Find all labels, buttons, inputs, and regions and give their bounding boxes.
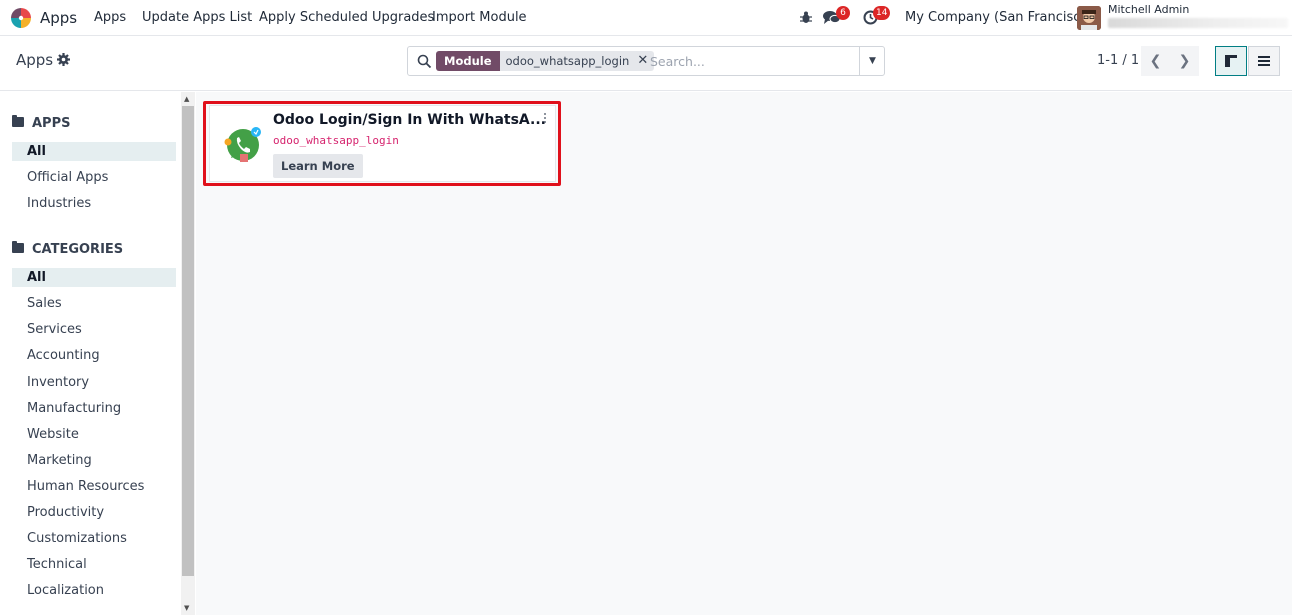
apps-section-title: APPS	[12, 115, 70, 131]
sidebar-item-sales[interactable]: Sales	[12, 294, 176, 313]
pager-previous-button[interactable]: ❮	[1141, 46, 1170, 76]
menu-apps[interactable]: Apps	[94, 10, 126, 25]
top-navbar: Apps Apps Update Apps List Apply Schedul…	[0, 0, 1292, 36]
list-view-button[interactable]	[1248, 46, 1280, 76]
sidebar-item-services[interactable]: Services	[12, 320, 176, 339]
blurred-database-name	[1108, 18, 1288, 28]
chevron-left-icon: ❮	[1149, 53, 1162, 69]
menu-import-module[interactable]: Import Module	[432, 10, 527, 25]
sidebar-item-inventory[interactable]: Inventory	[12, 373, 176, 392]
sidebar-item-manufacturing[interactable]: Manufacturing	[12, 399, 176, 418]
card-options-kebab-icon[interactable]	[543, 113, 547, 125]
page-title: Apps	[16, 51, 54, 69]
learn-more-button[interactable]: Learn More	[273, 154, 363, 178]
search-icon[interactable]	[417, 54, 432, 69]
folder-icon	[12, 115, 24, 127]
search-facet: Module odoo_whatsapp_login ✕	[436, 51, 655, 71]
activities-count-badge: 14	[873, 6, 891, 20]
kanban-icon	[1225, 55, 1237, 67]
user-avatar-image-icon	[1077, 6, 1101, 30]
search-panel-sidebar: APPS All Official Apps Industries CATEGO…	[0, 92, 196, 615]
module-kanban-card[interactable]: Odoo Login/Sign In With WhatsA... odoo_w…	[209, 105, 556, 182]
pager-next-button[interactable]: ❯	[1170, 46, 1199, 76]
app-name[interactable]: Apps	[40, 9, 77, 27]
scroll-down-arrow-icon[interactable]: ▼	[184, 604, 189, 612]
facet-label: Module	[436, 51, 500, 71]
sidebar-scrollbar-thumb[interactable]	[182, 106, 194, 576]
sidebar-item-marketing[interactable]: Marketing	[12, 451, 176, 470]
messages-count-badge: 6	[836, 6, 850, 20]
pager-value[interactable]: 1-1 / 1	[1097, 53, 1139, 68]
chevron-right-icon: ❯	[1178, 53, 1191, 69]
facet-value: odoo_whatsapp_login	[499, 51, 636, 71]
menu-apply-scheduled-upgrades[interactable]: Apply Scheduled Upgrades	[259, 10, 434, 25]
gear-icon[interactable]	[57, 53, 70, 66]
whatsapp-login-module-icon	[224, 127, 261, 162]
odoo-apps-logo-icon[interactable]	[10, 7, 32, 29]
user-name[interactable]: Mitchell Admin	[1108, 3, 1189, 16]
sidebar-item-localization[interactable]: Localization	[12, 581, 176, 600]
sidebar-item-category-all[interactable]: All	[12, 268, 176, 287]
menu-update-apps-list[interactable]: Update Apps List	[142, 10, 252, 25]
debug-bug-icon[interactable]	[800, 11, 812, 24]
search-bar: Module odoo_whatsapp_login ✕ ▼	[407, 46, 885, 76]
sidebar-item-official-apps[interactable]: Official Apps	[12, 168, 176, 187]
module-title[interactable]: Odoo Login/Sign In With WhatsA...	[273, 112, 546, 128]
search-input[interactable]	[650, 51, 850, 71]
sidebar-item-accounting[interactable]: Accounting	[12, 346, 176, 365]
sidebar-item-productivity[interactable]: Productivity	[12, 503, 176, 522]
sidebar-item-website[interactable]: Website	[12, 425, 176, 444]
categories-section-title: CATEGORIES	[12, 241, 123, 257]
list-icon	[1258, 56, 1270, 66]
module-technical-name: odoo_whatsapp_login	[273, 134, 399, 147]
control-panel: Apps Module odoo_whatsapp_login ✕ ▼ 1-1 …	[0, 37, 1292, 91]
caret-down-icon: ▼	[869, 56, 876, 66]
scroll-up-arrow-icon[interactable]: ▲	[184, 95, 189, 103]
kanban-view-button[interactable]	[1215, 46, 1247, 76]
sidebar-item-human-resources[interactable]: Human Resources	[12, 477, 176, 496]
company-switcher[interactable]: My Company (San Francisco)	[905, 10, 1093, 25]
sidebar-item-technical[interactable]: Technical	[12, 555, 176, 574]
sidebar-item-all-apps[interactable]: All	[12, 142, 176, 161]
folder-icon	[12, 241, 24, 253]
sidebar-item-industries[interactable]: Industries	[12, 194, 176, 213]
sidebar-item-customizations[interactable]: Customizations	[12, 529, 176, 548]
user-avatar[interactable]	[1077, 6, 1101, 30]
search-options-toggle[interactable]: ▼	[859, 47, 885, 75]
